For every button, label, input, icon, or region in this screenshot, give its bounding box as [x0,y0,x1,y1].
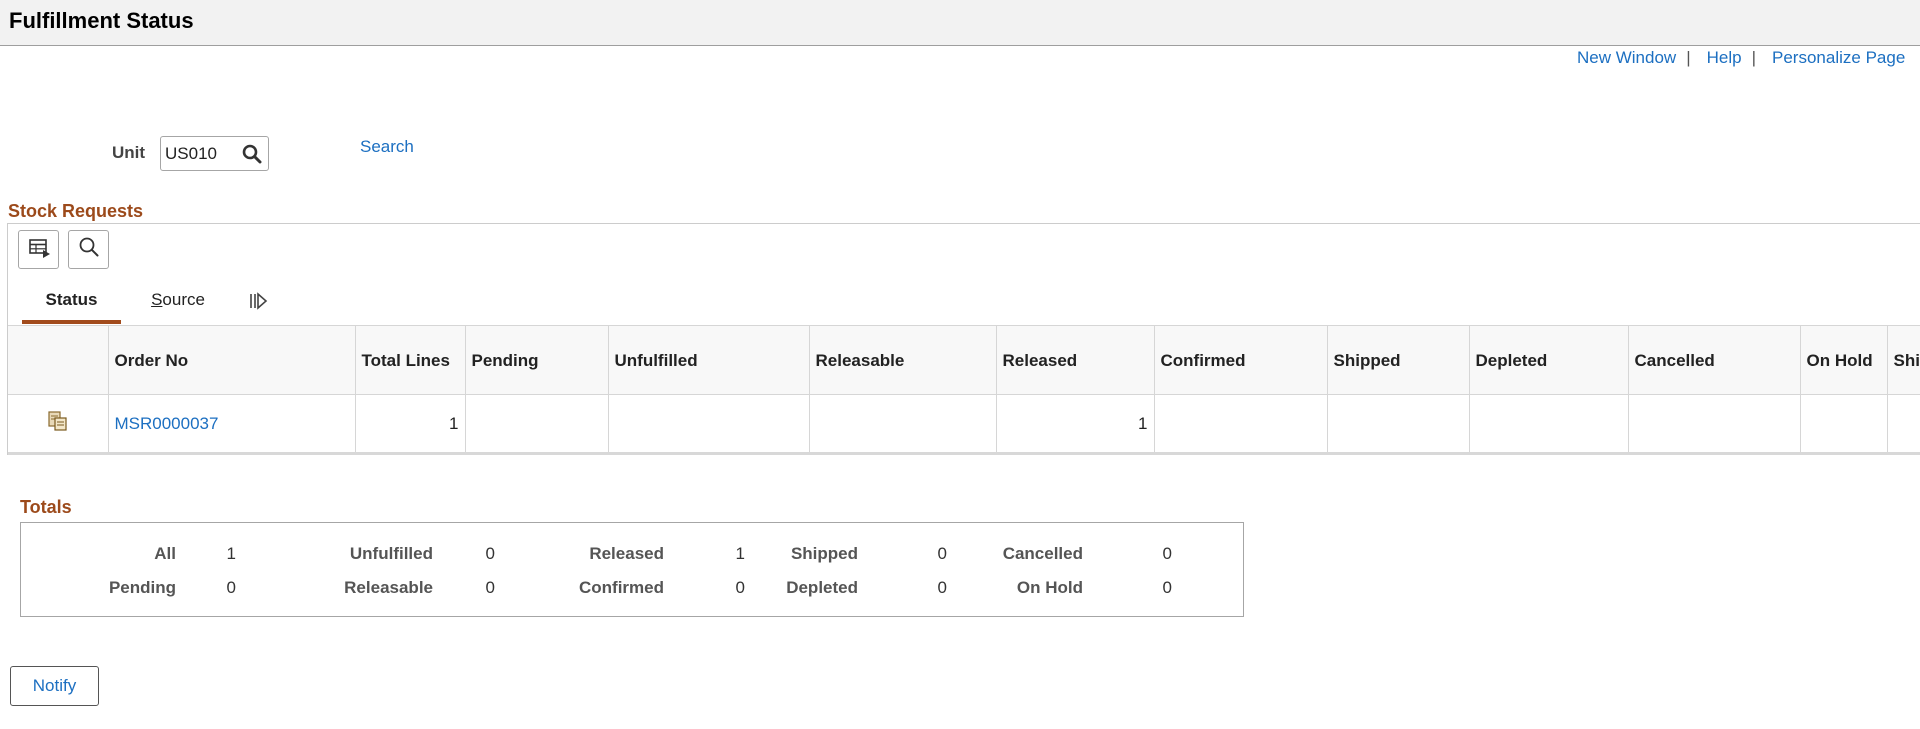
totals-label: Unfulfilled [349,544,433,563]
table-row: MSR0000037 1 1 [8,394,1920,453]
unfulfilled-cell [608,394,810,453]
show-all-columns-icon[interactable] [246,289,270,313]
totals-value: 0 [735,578,745,597]
cancelled-cell [1628,394,1801,453]
shipped-cell [1327,394,1470,453]
totals-value: 0 [1162,544,1172,563]
search-link[interactable]: Search [360,137,414,157]
column-header[interactable]: Releasable [809,325,997,395]
column-header[interactable]: Order No [108,325,356,395]
totals-value: 1 [226,544,236,563]
depleted-cell [1469,394,1629,453]
find-in-grid-button[interactable] [68,230,109,269]
notify-button[interactable]: Notify [10,666,99,706]
column-header[interactable]: Cancelled [1628,325,1801,395]
column-header-select [8,325,109,395]
column-header[interactable]: Confirmed [1154,325,1328,395]
totals-label: All [154,544,176,563]
order-no-cell: MSR0000037 [108,394,356,453]
unit-label: Unit [112,143,146,162]
totals-value: 1 [735,544,745,563]
page-header: Fulfillment Status [0,0,1920,46]
column-header[interactable]: Released [996,325,1155,395]
totals-label: Pending [108,578,176,597]
search-icon[interactable] [241,143,263,165]
order-no-link[interactable]: MSR0000037 [115,414,219,433]
top-links: New Window | Help | Personalize Page [1577,48,1905,68]
column-header[interactable]: Depleted [1469,325,1629,395]
tab-source[interactable]: Source [150,290,206,324]
totals-label: Releasable [344,578,433,597]
totals-label: Confirmed [579,578,664,597]
column-header[interactable]: Shi [1887,325,1920,395]
shi-cell [1887,394,1920,453]
help-link[interactable]: Help [1707,48,1742,67]
stock-requests-title: Stock Requests [8,201,144,221]
totals-box: All 1 Unfulfilled 0 Released 1 Shipped 0… [20,522,1244,617]
grid-bottom-rule [8,452,1920,455]
tab-source-label: Source [151,290,205,309]
totals-value: 0 [226,578,236,597]
column-header[interactable]: Shipped [1327,325,1470,395]
column-header[interactable]: Total Lines [355,325,466,395]
totals-label: Released [589,544,664,563]
link-separator: | [1686,48,1691,67]
table-header-row: Order No Total Lines Pending Unfulfilled… [8,325,1920,395]
totals-label: Cancelled [1002,544,1083,563]
on-hold-cell [1800,394,1888,453]
stock-requests-table: Order No Total Lines Pending Unfulfilled… [8,325,1920,453]
totals-value: 0 [485,544,495,563]
pending-cell [465,394,609,453]
grid-view-icon [27,236,51,263]
new-window-link[interactable]: New Window [1577,48,1676,67]
totals-value: 0 [485,578,495,597]
search-icon [78,236,100,263]
view-grid-button[interactable] [18,230,59,269]
column-header[interactable]: Pending [465,325,609,395]
document-detail-icon[interactable] [47,410,69,437]
unit-input[interactable] [165,142,235,165]
personalize-page-link[interactable]: Personalize Page [1772,48,1905,67]
column-header[interactable]: On Hold [1800,325,1888,395]
unit-field [160,136,269,171]
totals-title: Totals [20,497,72,517]
totals-value: 0 [937,544,947,563]
tab-status[interactable]: Status [22,290,121,324]
row-detail-cell [8,394,109,453]
released-cell: 1 [996,394,1155,453]
column-header[interactable]: Unfulfilled [608,325,810,395]
totals-label: On Hold [1016,578,1083,597]
page-title: Fulfillment Status [9,8,194,33]
confirmed-cell [1154,394,1328,453]
link-separator: | [1751,48,1757,67]
totals-value: 0 [1162,578,1172,597]
total-lines-cell: 1 [355,394,466,453]
totals-label: Depleted [786,578,858,597]
releasable-cell [809,394,997,453]
totals-value: 0 [937,578,947,597]
totals-label: Shipped [790,544,858,563]
